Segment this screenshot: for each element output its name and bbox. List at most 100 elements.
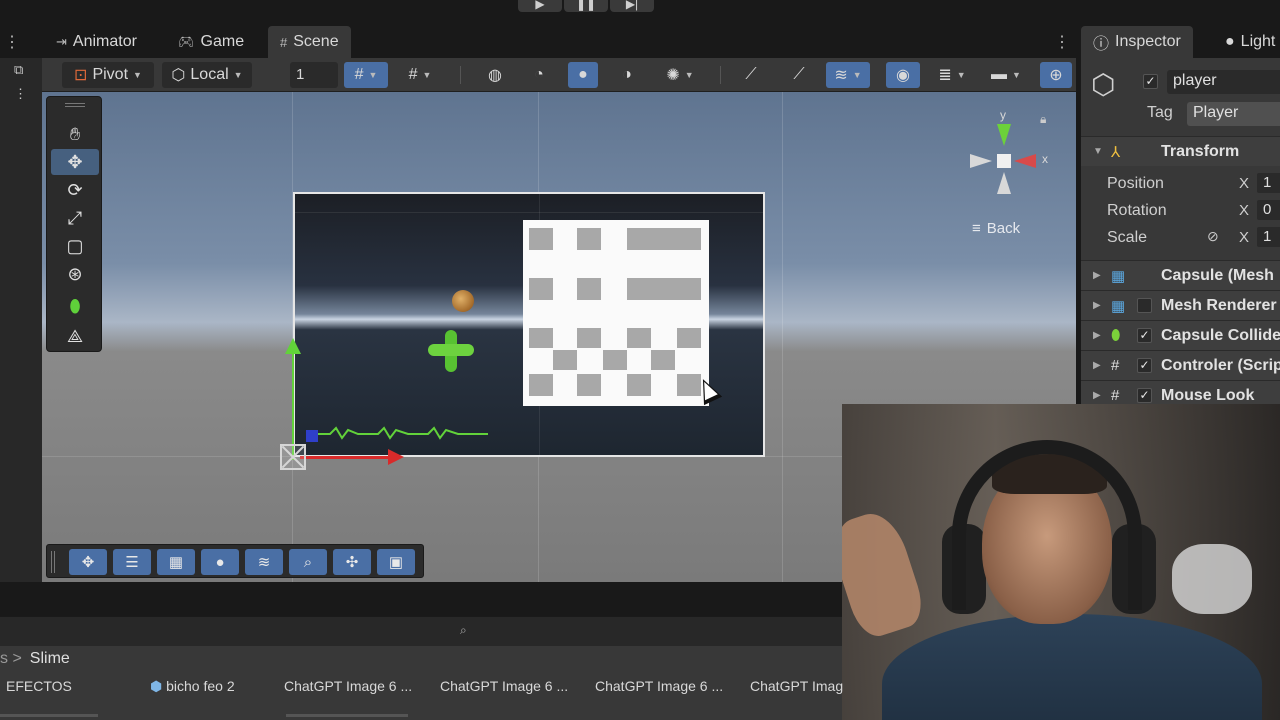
scale-x-field[interactable]: 1 bbox=[1257, 227, 1280, 247]
view-direction-label[interactable]: ≡ Back bbox=[972, 220, 1020, 237]
pivot-icon: ⊡ bbox=[74, 67, 88, 84]
window-icon[interactable]: ⧉ bbox=[14, 62, 23, 78]
project-search-bar[interactable]: ⌕ bbox=[0, 616, 842, 646]
gizmo-x-label: x bbox=[1042, 152, 1048, 166]
grid-snap-button[interactable]: # ▼ bbox=[344, 62, 388, 88]
file-item[interactable]: ChatGPT Image 6 ... bbox=[595, 678, 723, 694]
collider-edit-button[interactable]: ⬮ bbox=[51, 293, 99, 319]
y-cone[interactable] bbox=[997, 124, 1011, 146]
component-header[interactable]: ▶ ⬮ ✓ Capsule Collide bbox=[1081, 320, 1280, 350]
wireframe-button[interactable]: ◔ bbox=[526, 62, 552, 88]
layers-dropdown[interactable]: ≋ ▼ bbox=[826, 62, 870, 88]
move-tool-button[interactable]: ✥ bbox=[51, 149, 99, 175]
tab-scene[interactable]: # Scene bbox=[268, 26, 351, 58]
component-checkbox[interactable]: ✓ bbox=[1137, 358, 1152, 373]
custom-tool-button[interactable]: ⟁ bbox=[51, 323, 99, 349]
move-overlay-button[interactable]: ✥ bbox=[69, 549, 107, 575]
active-checkbox[interactable]: ✓ bbox=[1143, 74, 1158, 89]
file-item[interactable]: ChatGPT Image 6 ... bbox=[284, 678, 412, 694]
cube-icon: ⬡ bbox=[171, 67, 186, 84]
transform-header[interactable]: ▼ ⅄ Transform bbox=[1081, 136, 1280, 166]
camera-overlay-button[interactable]: ▣ bbox=[377, 549, 415, 575]
tab-lighting[interactable]: ● Light bbox=[1213, 26, 1280, 58]
gizmos-dropdown[interactable]: ⊕ bbox=[1040, 62, 1072, 88]
align-overlay-button[interactable]: ☰ bbox=[113, 549, 151, 575]
snap-overlay-button[interactable]: ✣ bbox=[333, 549, 371, 575]
layers-stack-dropdown[interactable]: ≣ ▼ bbox=[930, 62, 974, 88]
layers-overlay-button[interactable]: ≋ bbox=[245, 549, 283, 575]
effects-icon: ✺ bbox=[666, 67, 680, 84]
collectible-object[interactable] bbox=[452, 290, 474, 312]
component-checkbox[interactable]: ✓ bbox=[1137, 388, 1152, 403]
file-item[interactable]: ⬢ bicho feo 2 bbox=[150, 678, 235, 695]
shaded-button[interactable]: ● bbox=[568, 62, 598, 88]
component-checkbox[interactable] bbox=[1137, 298, 1152, 313]
scene-menu-icon[interactable]: ⋮ bbox=[1054, 32, 1070, 52]
camera-dropdown[interactable]: ▬ ▼ bbox=[984, 62, 1028, 88]
x-cone[interactable] bbox=[1014, 154, 1036, 168]
more-icon[interactable]: ⋮ bbox=[14, 86, 27, 102]
hand-tool-button[interactable]: ✋︎ bbox=[51, 121, 99, 147]
drag-handle[interactable] bbox=[51, 551, 55, 573]
rotation-x-field[interactable]: 0 bbox=[1257, 200, 1280, 220]
component-header[interactable]: ▶ ▦ Mesh Renderer bbox=[1081, 290, 1280, 320]
position-x-field[interactable]: 1 bbox=[1257, 173, 1280, 193]
component-checkbox[interactable]: ✓ bbox=[1137, 328, 1152, 343]
neg-x-cone[interactable] bbox=[970, 154, 992, 168]
neg-y-cone[interactable] bbox=[997, 172, 1011, 194]
file-item[interactable]: EFECTOS bbox=[6, 678, 72, 694]
transform-tool-button[interactable]: ⊛ bbox=[51, 261, 99, 287]
camera-gizmo[interactable] bbox=[280, 444, 306, 470]
component-header[interactable]: ▶ # ✓ Controler (Scrip bbox=[1081, 350, 1280, 380]
panel-menu-icon[interactable]: ⋮ bbox=[4, 32, 20, 52]
effects-dropdown[interactable]: ✺ ▼ bbox=[658, 62, 702, 88]
file-item[interactable]: ChatGPT Image 6 ... bbox=[440, 678, 568, 694]
audio-toggle[interactable]: ⟋ bbox=[786, 62, 812, 88]
pause-button[interactable]: ❚❚ bbox=[564, 0, 608, 12]
x-axis-arrow[interactable] bbox=[388, 449, 404, 465]
tab-inspector[interactable]: ⓘ Inspector bbox=[1081, 26, 1193, 58]
scale-tool-button[interactable]: ⤢ bbox=[51, 205, 99, 231]
play-controls: ▶ ❚❚ ▶| bbox=[518, 0, 654, 12]
step-icon: ▶| bbox=[625, 0, 639, 11]
rect-tool-button[interactable]: ▢ bbox=[51, 233, 99, 259]
drag-handle[interactable] bbox=[65, 103, 85, 107]
search-icon[interactable]: ⌕ bbox=[460, 623, 467, 638]
grid-size-input[interactable]: 1 bbox=[290, 62, 338, 88]
lock-icon[interactable]: 🔒︎ bbox=[1040, 112, 1046, 127]
step-button[interactable]: ▶| bbox=[610, 0, 654, 12]
play-button[interactable]: ▶ bbox=[518, 0, 562, 12]
breadcrumb-item[interactable]: Slime bbox=[30, 650, 70, 668]
search-overlay-button[interactable]: ⌕ bbox=[289, 549, 327, 575]
object-name-field[interactable]: player bbox=[1167, 70, 1280, 94]
local-dropdown[interactable]: ⬡ Local ▼ bbox=[162, 62, 252, 88]
draw-mode-button[interactable]: ◍ bbox=[482, 62, 508, 88]
tab-animator[interactable]: ⇥ Animator bbox=[44, 26, 149, 58]
2d-toggle[interactable]: ⟋ bbox=[738, 62, 764, 88]
grid-visibility-button[interactable]: # ▼ bbox=[398, 62, 442, 88]
file-item[interactable]: ChatGPT Imag bbox=[750, 678, 843, 694]
local-label: Local bbox=[190, 66, 229, 83]
z-axis-handle[interactable] bbox=[306, 430, 318, 442]
grid-overlay-button[interactable]: ▦ bbox=[157, 549, 195, 575]
checker-wall[interactable] bbox=[523, 220, 709, 406]
camera-icon: ▬ bbox=[991, 66, 1008, 83]
visibility-toggle[interactable]: ◉ bbox=[886, 62, 920, 88]
scene-toolbar: ⊡ Pivot ▼ ⬡ Local ▼ 1 # ▼ # ▼ ◍ ◔ ● ◑ ✺ ▼ ⟋… bbox=[42, 58, 1076, 92]
lighting-toggle[interactable]: ◑ bbox=[614, 62, 640, 88]
back-label: Back bbox=[986, 220, 1021, 237]
sphere-overlay-button[interactable]: ● bbox=[201, 549, 239, 575]
pivot-dropdown[interactable]: ⊡ Pivot ▼ bbox=[62, 62, 154, 88]
tab-game[interactable]: 🎮︎ Game bbox=[166, 26, 256, 58]
x-axis-handle[interactable] bbox=[300, 456, 400, 459]
constrain-proportions-icon[interactable]: ⊘ bbox=[1207, 228, 1219, 245]
gizmo-center[interactable] bbox=[997, 154, 1011, 168]
orientation-gizmo[interactable]: y x bbox=[962, 106, 1052, 206]
chevron-down-icon: ▼ bbox=[233, 70, 243, 80]
y-axis-arrow[interactable] bbox=[285, 338, 301, 354]
component-header[interactable]: ▶ ▦ Capsule (Mesh bbox=[1081, 260, 1280, 290]
rotate-tool-button[interactable]: ⟳ bbox=[51, 177, 99, 203]
chevron-right-icon: ▶ bbox=[1093, 270, 1101, 281]
tag-dropdown[interactable]: Player bbox=[1187, 102, 1280, 126]
pivot-label: Pivot bbox=[92, 66, 129, 83]
